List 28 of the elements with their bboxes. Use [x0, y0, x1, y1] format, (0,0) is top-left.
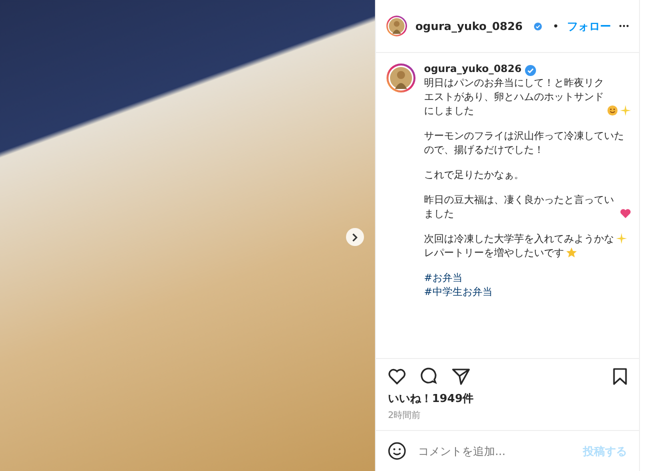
more-options-icon[interactable] — [619, 24, 629, 28]
avatar-icon[interactable] — [386, 63, 416, 93]
star-icon — [566, 247, 577, 258]
caption-text: レパートリーを増やしたいです — [424, 247, 564, 261]
sparkles-icon — [620, 105, 631, 116]
emoji-icon[interactable] — [388, 442, 406, 460]
comment-input[interactable]: コメントを追加... — [416, 444, 573, 458]
comment-icon[interactable] — [420, 367, 438, 385]
caption-text: 明日はパンのお弁当にして！と昨夜リクエストがあり、卵とハムのホットサンドにしました — [424, 77, 605, 119]
username-link[interactable]: ogura_yuko_0826 — [424, 63, 522, 77]
heart-icon — [620, 208, 631, 219]
caption-text: これで足りたかなぁ。 — [424, 169, 524, 183]
smiling-face-icon — [607, 105, 618, 116]
bookmark-icon[interactable] — [613, 368, 627, 384]
caption-text: 次回は冷凍した大学芋を入れてみようかな — [424, 233, 614, 247]
send-icon[interactable] — [452, 368, 470, 384]
hashtag-link[interactable]: #お弁当 — [424, 272, 462, 286]
separator-dot: • — [552, 20, 560, 32]
post-time: 2時間前 — [387, 410, 422, 423]
heart-outline-icon[interactable] — [388, 368, 406, 384]
chevron-right-icon — [352, 232, 358, 242]
username-link[interactable]: ogura_yuko_0826 — [415, 20, 523, 32]
caption-text: サーモンのフライは沢山作って冷凍していたので、揚げるだけでした！ — [424, 130, 625, 158]
caption-text: 昨日の豆大福は、凄く良かったと言っていました — [424, 194, 615, 222]
likes-count[interactable]: いいね！1949件 — [376, 387, 639, 406]
next-photo-button[interactable] — [346, 228, 364, 246]
sparkles-icon — [616, 233, 627, 244]
hashtag-link[interactable]: #中学生お弁当 — [424, 286, 492, 300]
